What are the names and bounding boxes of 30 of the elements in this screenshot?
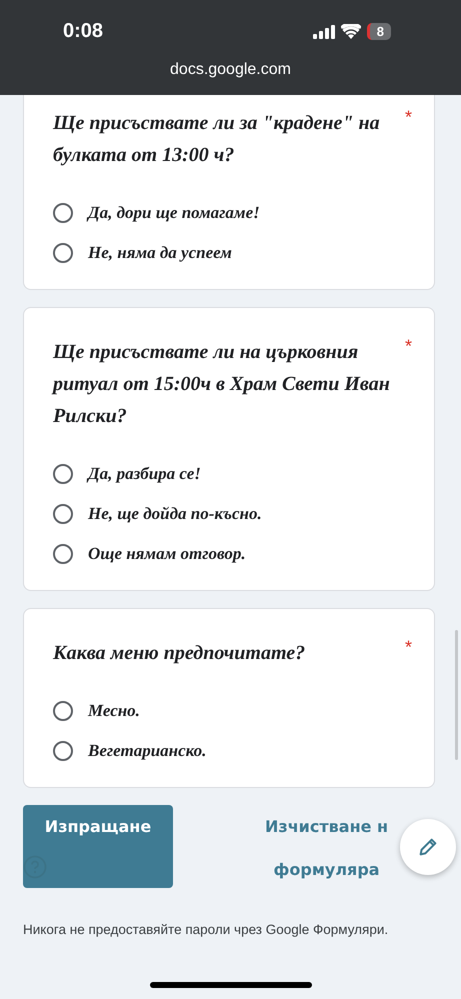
wifi-icon: [340, 24, 361, 39]
submit-button[interactable]: Изпращане: [23, 805, 173, 888]
option-label[interactable]: Да, дори ще помагаме!: [88, 203, 260, 223]
pencil-icon: [417, 836, 439, 858]
radio-button[interactable]: [53, 741, 73, 761]
option-label[interactable]: Месно.: [88, 701, 140, 721]
edit-button[interactable]: [400, 819, 456, 875]
required-mark: *: [404, 107, 412, 128]
clear-form-button[interactable]: Изчистване н формуляра: [265, 805, 388, 891]
radio-button[interactable]: [53, 203, 73, 223]
option-label[interactable]: Да, разбира се!: [88, 464, 201, 484]
option-label[interactable]: Още нямам отговор.: [88, 544, 246, 564]
clock: 0:08: [63, 20, 104, 43]
option-label[interactable]: Не, няма да успеем: [88, 243, 232, 263]
radio-button[interactable]: [53, 243, 73, 263]
radio-button[interactable]: [53, 504, 73, 524]
url-text: docs.google.com: [169, 61, 292, 79]
option-label[interactable]: Вегетарианско.: [88, 741, 206, 761]
question-title: Ще присъствате ли за "крадене" на булката от 13:00 ч?: [53, 111, 381, 168]
required-mark: *: [404, 637, 412, 658]
question-title: Ще присъствате ли на църковния ритуал от 15:00ч в Храм Свети Иван Рилски?: [53, 340, 391, 429]
battery-indicator: 8: [366, 23, 391, 40]
required-mark: *: [404, 336, 412, 357]
radio-button[interactable]: [53, 701, 73, 721]
radio-button[interactable]: [53, 464, 73, 484]
option-label[interactable]: Не, ще дойда по-късно.: [88, 504, 262, 524]
question-title: Каква меню предпочитате?: [53, 641, 306, 666]
password-warning: Никога не предоставяйте пароли чрез Google Формуляри.: [23, 922, 390, 937]
radio-button[interactable]: [53, 544, 73, 564]
signal-icon: [312, 24, 335, 38]
